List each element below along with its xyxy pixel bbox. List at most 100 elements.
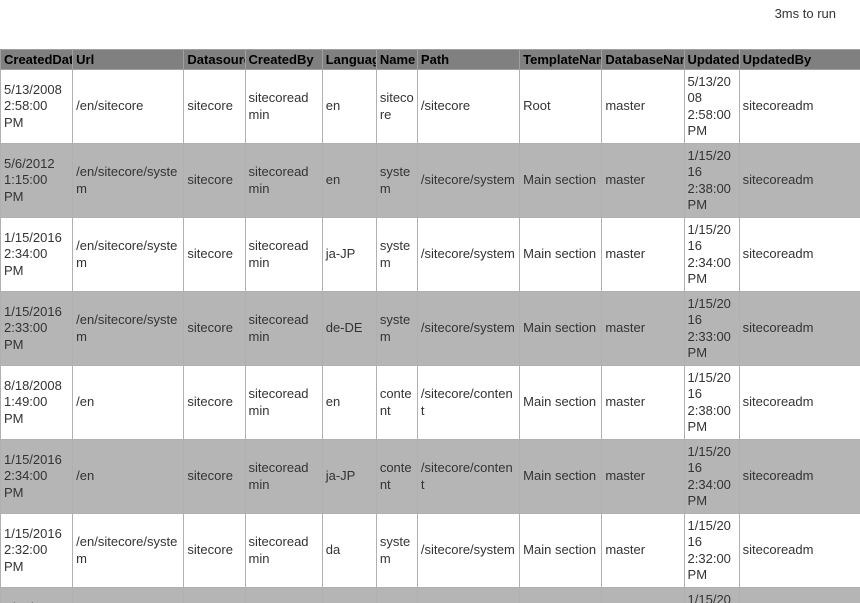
cell-language: en (322, 144, 376, 218)
cell-databasename: master (602, 292, 684, 366)
cell-createddate: 8/18/2008 1:49:00 PM (1, 366, 73, 440)
cell-createddate: 1/15/2016 2:33:00 PM (1, 588, 73, 603)
cell-language: ja-JP (322, 218, 376, 292)
table-row[interactable]: 5/13/2008 2:58:00 PM/en/sitecoresitecore… (1, 70, 860, 144)
cell-name: system (376, 514, 417, 588)
cell-datasource: sitecore (184, 70, 245, 144)
cell-datasource: sitecore (184, 588, 245, 603)
cell-createdby: sitecoreadmin (245, 292, 322, 366)
cell-updated: 1/15/2016 2:38:00 PM (684, 366, 739, 440)
cell-url: /en/sitecore (73, 70, 184, 144)
col-url[interactable]: Url (73, 50, 184, 70)
table-row[interactable]: 8/18/2008 1:49:00 PM/ensitecoresitecorea… (1, 366, 860, 440)
cell-databasename: master (602, 588, 684, 603)
cell-name: system (376, 292, 417, 366)
results-head: CreatedDate Url Datasource CreatedBy Lan… (1, 50, 860, 70)
cell-path: /sitecore/content (417, 366, 519, 440)
cell-updatedby: sitecoreadm (739, 292, 860, 366)
cell-templatename: Main section (520, 366, 602, 440)
cell-path: /sitecore/system (417, 218, 519, 292)
cell-updatedby: sitecoreadm (739, 514, 860, 588)
cell-databasename: master (602, 218, 684, 292)
cell-templatename: Main section (520, 144, 602, 218)
cell-createdby: sitecoreadmin (245, 144, 322, 218)
table-row[interactable]: 1/15/2016 2:34:00 PM/ensitecoresitecorea… (1, 440, 860, 514)
cell-databasename: master (602, 144, 684, 218)
cell-createddate: 1/15/2016 2:34:00 PM (1, 440, 73, 514)
cell-name: sitecore (376, 70, 417, 144)
cell-name: content (376, 440, 417, 514)
cell-path: /sitecore/system (417, 144, 519, 218)
cell-language: en (322, 366, 376, 440)
cell-templatename: Main section (520, 588, 602, 603)
cell-createddate: 5/6/2012 1:15:00 PM (1, 144, 73, 218)
cell-datasource: sitecore (184, 440, 245, 514)
cell-databasename: master (602, 514, 684, 588)
cell-templatename: Main section (520, 218, 602, 292)
cell-templatename: Main section (520, 292, 602, 366)
col-name[interactable]: Name (376, 50, 417, 70)
cell-updated: 1/15/2016 2:33:00 PM (684, 588, 739, 603)
results-scroll[interactable]: CreatedDate Url Datasource CreatedBy Lan… (0, 49, 860, 603)
table-row[interactable]: 1/15/2016 2:33:00 PM/en/sitecore/systems… (1, 292, 860, 366)
cell-datasource: sitecore (184, 144, 245, 218)
cell-createdby: sitecoreadmin (245, 440, 322, 514)
cell-updatedby: sitecoreadm (739, 588, 860, 603)
col-createdby[interactable]: CreatedBy (245, 50, 322, 70)
results-table: CreatedDate Url Datasource CreatedBy Lan… (0, 49, 860, 603)
table-row[interactable]: 5/6/2012 1:15:00 PM/en/sitecore/systemsi… (1, 144, 860, 218)
results-body: 5/13/2008 2:58:00 PM/en/sitecoresitecore… (1, 70, 860, 603)
cell-language: da (322, 514, 376, 588)
cell-name: content (376, 366, 417, 440)
cell-databasename: master (602, 366, 684, 440)
col-language[interactable]: Language (322, 50, 376, 70)
header-row: CreatedDate Url Datasource CreatedBy Lan… (1, 50, 860, 70)
cell-path: /sitecore/content (417, 588, 519, 603)
cell-updatedby: sitecoreadm (739, 70, 860, 144)
cell-url: /en (73, 366, 184, 440)
cell-createdby: sitecoreadmin (245, 218, 322, 292)
cell-path: /sitecore (417, 70, 519, 144)
col-path[interactable]: Path (417, 50, 519, 70)
cell-updatedby: sitecoreadm (739, 440, 860, 514)
cell-createdby: sitecoreadmin (245, 366, 322, 440)
cell-datasource: sitecore (184, 366, 245, 440)
cell-path: /sitecore/system (417, 514, 519, 588)
cell-path: /sitecore/system (417, 292, 519, 366)
cell-updated: 1/15/2016 2:32:00 PM (684, 514, 739, 588)
table-row[interactable]: 1/15/2016 2:32:00 PM/en/sitecore/systems… (1, 514, 860, 588)
cell-createddate: 1/15/2016 2:33:00 PM (1, 292, 73, 366)
cell-createdby: sitecoreadmin (245, 514, 322, 588)
cell-updatedby: sitecoreadm (739, 366, 860, 440)
cell-updated: 1/15/2016 2:34:00 PM (684, 440, 739, 514)
cell-updatedby: sitecoreadm (739, 144, 860, 218)
cell-language: de-DE (322, 292, 376, 366)
cell-createdby: sitecoreadmin (245, 588, 322, 603)
cell-url: /en (73, 588, 184, 603)
col-updatedby[interactable]: UpdatedBy (739, 50, 860, 70)
cell-updated: 5/13/2008 2:58:00 PM (684, 70, 739, 144)
status-text: 3ms to run (0, 0, 860, 49)
cell-language: en (322, 70, 376, 144)
cell-updated: 1/15/2016 2:33:00 PM (684, 292, 739, 366)
cell-templatename: Root (520, 70, 602, 144)
cell-datasource: sitecore (184, 514, 245, 588)
cell-updated: 1/15/2016 2:38:00 PM (684, 144, 739, 218)
table-row[interactable]: 1/15/2016 2:33:00 PM/ensitecoresitecorea… (1, 588, 860, 603)
col-createddate[interactable]: CreatedDate (1, 50, 73, 70)
cell-name: system (376, 144, 417, 218)
cell-language: ja-JP (322, 440, 376, 514)
cell-datasource: sitecore (184, 218, 245, 292)
cell-templatename: Main section (520, 440, 602, 514)
table-row[interactable]: 1/15/2016 2:34:00 PM/en/sitecore/systems… (1, 218, 860, 292)
col-updated[interactable]: Updated (684, 50, 739, 70)
cell-url: /en (73, 440, 184, 514)
cell-datasource: sitecore (184, 292, 245, 366)
col-databasename[interactable]: DatabaseName (602, 50, 684, 70)
col-datasource[interactable]: Datasource (184, 50, 245, 70)
col-templatename[interactable]: TemplateName (520, 50, 602, 70)
cell-name: system (376, 218, 417, 292)
cell-url: /en/sitecore/system (73, 292, 184, 366)
cell-url: /en/sitecore/system (73, 144, 184, 218)
cell-updatedby: sitecoreadm (739, 218, 860, 292)
